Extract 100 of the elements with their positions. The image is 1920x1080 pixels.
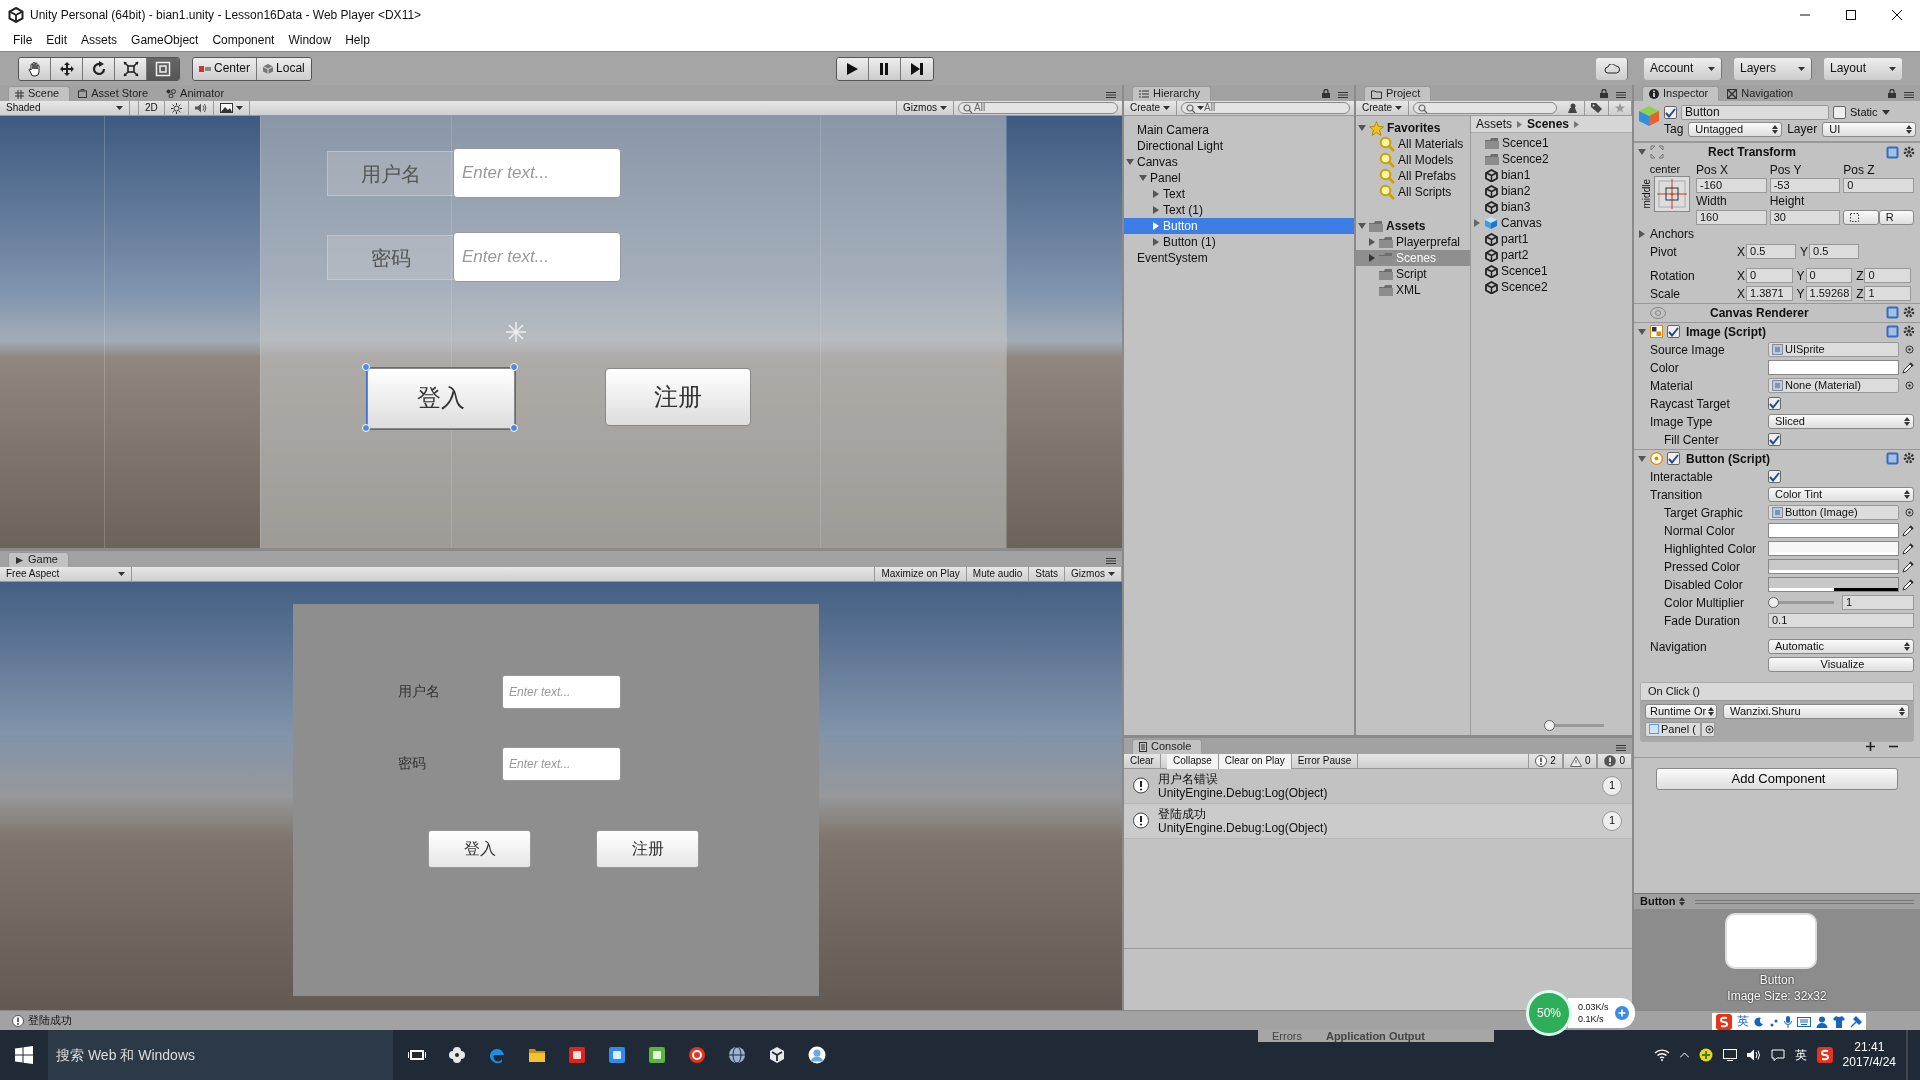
asset-item[interactable]: part2 [1471,247,1632,263]
user-icon[interactable] [1816,1015,1828,1028]
dropdown[interactable]: Automatic [1768,639,1914,655]
app-tile-icon[interactable] [648,1046,666,1064]
object-field[interactable]: Button (Image) [1768,505,1899,521]
dock-tab[interactable]: Inspector [1642,86,1720,101]
asset-item[interactable]: Scence1 [1471,135,1632,151]
toolbar-dropdown[interactable]: Layout [1824,57,1902,80]
folder-app-icon[interactable] [528,1046,546,1064]
lighting-icon[interactable] [170,102,182,114]
number-field[interactable]: 0.5 [1809,244,1860,260]
eyedropper-icon[interactable] [1902,524,1914,537]
panel-menu-icon[interactable] [1338,92,1348,98]
expand-arrow-icon[interactable] [1152,222,1160,230]
project-folder-item[interactable]: Favorites [1356,120,1470,136]
rotate-tool[interactable] [83,57,115,80]
expand-arrow-icon[interactable] [1638,327,1646,336]
scale-tool[interactable] [115,57,147,80]
toggle-button[interactable]: Error Pause [1291,753,1359,769]
project-folder-item[interactable]: Script [1356,266,1470,282]
dropdown[interactable]: Runtime Or [1645,703,1717,719]
app-tile-icon[interactable] [568,1046,586,1064]
static-checkbox[interactable] [1833,106,1846,119]
eyedropper-icon[interactable] [1902,542,1914,555]
favorite-star-icon[interactable] [1615,103,1625,113]
breadcrumb-item[interactable]: Scenes [1527,116,1570,132]
object-picker-icon[interactable] [1705,724,1714,734]
search-field[interactable]: All [958,102,1118,114]
resize-handle[interactable] [362,424,370,432]
panel-menu-icon[interactable] [1106,92,1116,98]
panel-menu-icon[interactable] [1616,745,1626,751]
dropdown[interactable]: Wanzixi.Shuru [1723,703,1909,719]
layer-dropdown[interactable]: UI [1822,122,1916,137]
number-field[interactable]: 160 [1696,209,1767,225]
lock-icon[interactable] [1322,89,1330,98]
network-icon[interactable] [1722,1049,1737,1061]
object-field[interactable]: UISprite [1768,342,1899,358]
expand-arrow-icon[interactable] [1152,238,1160,246]
app-tile-icon[interactable] [608,1046,626,1064]
toolbar-dropdown[interactable]: Account [1644,57,1722,80]
color-field[interactable] [1768,559,1899,575]
gizmos-dropdown[interactable]: Gizmos [896,100,954,116]
login-button[interactable]: 登入 [367,368,515,429]
dropdown[interactable]: Sliced [1768,414,1914,430]
lock-icon[interactable] [1888,89,1896,98]
checkbox[interactable] [1768,433,1781,447]
asset-item[interactable]: Scence2 [1471,279,1632,295]
object-field[interactable]: Panel ( [1645,721,1701,737]
static-dropdown-icon[interactable] [1881,110,1890,115]
expand-arrow-icon[interactable] [1358,222,1366,230]
lock-icon[interactable] [1600,89,1608,98]
project-folder-item[interactable]: Playerprefal [1356,234,1470,250]
asset-item[interactable]: bian2 [1471,183,1632,199]
anchor-preset-button[interactable] [1653,176,1690,213]
notification-icon[interactable] [1770,1049,1785,1061]
slider-thumb[interactable] [1768,597,1779,609]
expand-arrow-icon[interactable] [1638,454,1646,463]
menu-item[interactable]: Window [281,33,339,48]
expand-arrow-icon[interactable] [1638,148,1646,156]
clock[interactable]: 21:41 2017/4/24 [1842,1040,1896,1070]
avatar-app-icon[interactable] [808,1046,826,1064]
toggle-button[interactable]: Stats [1029,566,1066,582]
slider-thumb[interactable] [1544,719,1555,731]
unity-app-icon[interactable] [768,1046,786,1064]
settings-icon[interactable] [1903,306,1916,320]
enabled-checkbox[interactable] [1667,452,1680,466]
browser-app-icon[interactable] [488,1046,506,1064]
expand-arrow-icon[interactable] [1368,238,1376,246]
name-field[interactable]: Button [1681,105,1829,120]
wifi-icon[interactable] [1653,1049,1670,1061]
tree-item[interactable]: EventSystem [1124,250,1354,266]
color-field[interactable] [1768,523,1899,539]
log-message[interactable]: 登陆成功 [1158,807,1328,821]
color-field[interactable] [1768,541,1899,557]
tree-item[interactable]: Button [1124,218,1354,234]
settings-icon[interactable] [1903,325,1916,339]
label-tag-icon[interactable] [1591,103,1602,113]
ring-app-icon[interactable] [688,1046,706,1064]
tray-app-icon[interactable] [1698,1048,1713,1062]
number-field[interactable]: 1 [1842,595,1914,611]
settings-icon[interactable] [1903,145,1916,159]
expand-arrow-icon[interactable] [1368,254,1376,262]
object-picker-icon[interactable] [1905,345,1914,355]
number-field[interactable]: 1.3871 [1746,286,1793,302]
project-folder-item[interactable]: All Scripts [1356,184,1470,200]
object-picker-icon[interactable] [1905,381,1914,391]
project-folder-item[interactable]: XML [1356,282,1470,298]
filter-type-icon[interactable] [1567,103,1578,113]
pinwheel-app-icon[interactable] [448,1046,466,1064]
object-field[interactable]: None (Material) [1768,378,1899,394]
color-field[interactable] [1768,577,1899,593]
tree-item[interactable]: Canvas [1124,154,1354,170]
number-field[interactable]: 0 [1746,268,1793,284]
dock-tab[interactable]: Game [8,552,69,567]
menu-item[interactable]: Help [338,33,377,48]
expand-arrow-icon[interactable] [1126,158,1134,166]
asset-item[interactable]: bian3 [1471,199,1632,215]
expand-arrow-icon[interactable] [1152,206,1160,214]
add-component-button[interactable]: Add Component [1656,767,1898,790]
asset-item[interactable]: Canvas [1471,215,1632,231]
